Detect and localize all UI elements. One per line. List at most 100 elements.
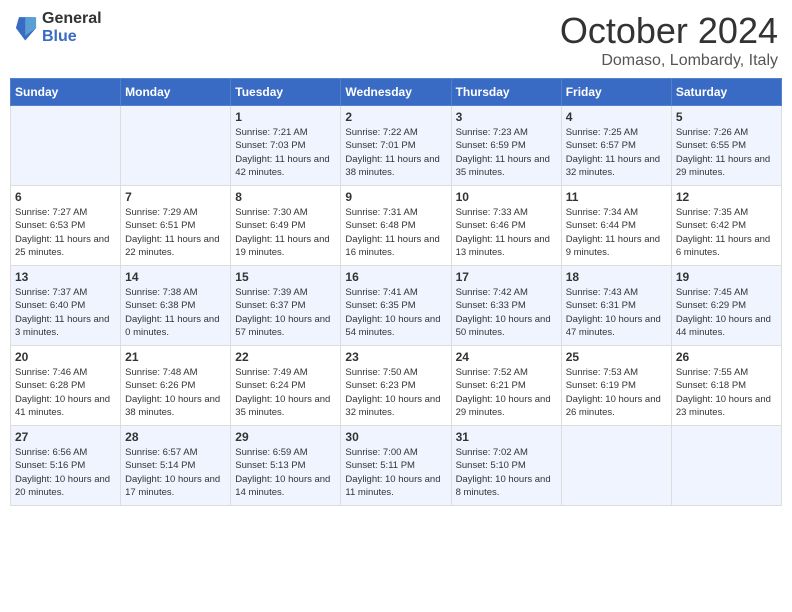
day-info: Sunrise: 7:34 AM Sunset: 6:44 PM Dayligh… (566, 206, 667, 259)
day-number: 5 (676, 110, 777, 124)
day-info: Sunrise: 7:00 AM Sunset: 5:11 PM Dayligh… (345, 446, 446, 499)
day-info: Sunrise: 7:37 AM Sunset: 6:40 PM Dayligh… (15, 286, 116, 339)
day-number: 6 (15, 190, 116, 204)
calendar-cell: 15 Sunrise: 7:39 AM Sunset: 6:37 PM Dayli… (231, 266, 341, 346)
day-number: 13 (15, 270, 116, 284)
calendar-cell: 23 Sunrise: 7:50 AM Sunset: 6:23 PM Dayli… (341, 346, 451, 426)
calendar-cell: 16 Sunrise: 7:41 AM Sunset: 6:35 PM Dayli… (341, 266, 451, 346)
calendar-table: SundayMondayTuesdayWednesdayThursdayFrid… (10, 78, 782, 506)
calendar-cell: 30 Sunrise: 7:00 AM Sunset: 5:11 PM Dayli… (341, 426, 451, 506)
day-info: Sunrise: 7:39 AM Sunset: 6:37 PM Dayligh… (235, 286, 336, 339)
weekday-header-saturday: Saturday (671, 79, 781, 106)
weekday-header-monday: Monday (121, 79, 231, 106)
calendar-cell: 3 Sunrise: 7:23 AM Sunset: 6:59 PM Daylig… (451, 106, 561, 186)
day-number: 3 (456, 110, 557, 124)
calendar-cell: 7Sunrise: 7:29 AM Sunset: 6:51 PM Daylig… (121, 186, 231, 266)
day-info: Sunrise: 6:59 AM Sunset: 5:13 PM Dayligh… (235, 446, 336, 499)
day-number: 8 (235, 190, 336, 204)
calendar-cell: 1Sunrise: 7:21 AM Sunset: 7:03 PM Daylig… (231, 106, 341, 186)
day-number: 30 (345, 430, 446, 444)
day-number: 12 (676, 190, 777, 204)
weekday-header-tuesday: Tuesday (231, 79, 341, 106)
calendar-cell: 8 Sunrise: 7:30 AM Sunset: 6:49 PM Daylig… (231, 186, 341, 266)
calendar-cell: 2 Sunrise: 7:22 AM Sunset: 7:01 PM Daylig… (341, 106, 451, 186)
calendar-cell: 24Sunrise: 7:52 AM Sunset: 6:21 PM Dayli… (451, 346, 561, 426)
day-number: 26 (676, 350, 777, 364)
day-info: Sunrise: 7:27 AM Sunset: 6:53 PM Dayligh… (15, 206, 116, 259)
day-info: Sunrise: 7:33 AM Sunset: 6:46 PM Dayligh… (456, 206, 557, 259)
day-number: 2 (345, 110, 446, 124)
day-number: 21 (125, 350, 226, 364)
day-info: Sunrise: 7:38 AM Sunset: 6:38 PM Dayligh… (125, 286, 226, 339)
calendar-cell: 20 Sunrise: 7:46 AM Sunset: 6:28 PM Dayli… (11, 346, 121, 426)
calendar-cell: 4 Sunrise: 7:25 AM Sunset: 6:57 PM Daylig… (561, 106, 671, 186)
calendar-cell: 10 Sunrise: 7:33 AM Sunset: 6:46 PM Dayli… (451, 186, 561, 266)
day-number: 28 (125, 430, 226, 444)
day-info: Sunrise: 7:22 AM Sunset: 7:01 PM Dayligh… (345, 126, 446, 179)
day-info: Sunrise: 7:41 AM Sunset: 6:35 PM Dayligh… (345, 286, 446, 339)
calendar-cell: 6 Sunrise: 7:27 AM Sunset: 6:53 PM Daylig… (11, 186, 121, 266)
day-info: Sunrise: 7:25 AM Sunset: 6:57 PM Dayligh… (566, 126, 667, 179)
week-row-5: 27 Sunrise: 6:56 AM Sunset: 5:16 PM Dayli… (11, 426, 782, 506)
calendar-cell (561, 426, 671, 506)
calendar-cell: 25 Sunrise: 7:53 AM Sunset: 6:19 PM Dayli… (561, 346, 671, 426)
day-info: Sunrise: 7:31 AM Sunset: 6:48 PM Dayligh… (345, 206, 446, 259)
weekday-header-sunday: Sunday (11, 79, 121, 106)
day-info: Sunrise: 7:43 AM Sunset: 6:31 PM Dayligh… (566, 286, 667, 339)
calendar-cell (11, 106, 121, 186)
weekday-header-friday: Friday (561, 79, 671, 106)
calendar-cell: 12 Sunrise: 7:35 AM Sunset: 6:42 PM Dayli… (671, 186, 781, 266)
week-row-3: 13 Sunrise: 7:37 AM Sunset: 6:40 PM Dayli… (11, 266, 782, 346)
day-info: Sunrise: 7:30 AM Sunset: 6:49 PM Dayligh… (235, 206, 336, 259)
logo-general: General (42, 10, 102, 28)
week-row-2: 6 Sunrise: 7:27 AM Sunset: 6:53 PM Daylig… (11, 186, 782, 266)
day-info: Sunrise: 7:48 AM Sunset: 6:26 PM Dayligh… (125, 366, 226, 419)
day-info: Sunrise: 6:56 AM Sunset: 5:16 PM Dayligh… (15, 446, 116, 499)
weekday-header-wednesday: Wednesday (341, 79, 451, 106)
page-header: General Blue October 2024 Domaso, Lombar… (10, 10, 782, 70)
calendar-cell: 11Sunrise: 7:34 AM Sunset: 6:44 PM Dayli… (561, 186, 671, 266)
calendar-cell: 21 Sunrise: 7:48 AM Sunset: 6:26 PM Dayli… (121, 346, 231, 426)
day-info: Sunrise: 7:49 AM Sunset: 6:24 PM Dayligh… (235, 366, 336, 419)
month-title: October 2024 (560, 10, 778, 52)
day-number: 15 (235, 270, 336, 284)
day-number: 25 (566, 350, 667, 364)
logo: General Blue (14, 10, 102, 45)
day-info: Sunrise: 7:35 AM Sunset: 6:42 PM Dayligh… (676, 206, 777, 259)
calendar-cell: 18 Sunrise: 7:43 AM Sunset: 6:31 PM Dayli… (561, 266, 671, 346)
calendar-cell: 5 Sunrise: 7:26 AM Sunset: 6:55 PM Daylig… (671, 106, 781, 186)
day-info: Sunrise: 7:50 AM Sunset: 6:23 PM Dayligh… (345, 366, 446, 419)
day-number: 20 (15, 350, 116, 364)
calendar-cell: 17Sunrise: 7:42 AM Sunset: 6:33 PM Dayli… (451, 266, 561, 346)
day-number: 22 (235, 350, 336, 364)
day-info: Sunrise: 7:46 AM Sunset: 6:28 PM Dayligh… (15, 366, 116, 419)
calendar-cell: 28Sunrise: 6:57 AM Sunset: 5:14 PM Dayli… (121, 426, 231, 506)
logo-blue: Blue (42, 28, 102, 46)
calendar-cell: 9Sunrise: 7:31 AM Sunset: 6:48 PM Daylig… (341, 186, 451, 266)
day-info: Sunrise: 7:55 AM Sunset: 6:18 PM Dayligh… (676, 366, 777, 419)
day-info: Sunrise: 7:23 AM Sunset: 6:59 PM Dayligh… (456, 126, 557, 179)
calendar-cell: 26 Sunrise: 7:55 AM Sunset: 6:18 PM Dayli… (671, 346, 781, 426)
title-block: October 2024 Domaso, Lombardy, Italy (560, 10, 778, 70)
calendar-cell: 31Sunrise: 7:02 AM Sunset: 5:10 PM Dayli… (451, 426, 561, 506)
calendar-cell (671, 426, 781, 506)
calendar-cell: 22 Sunrise: 7:49 AM Sunset: 6:24 PM Dayli… (231, 346, 341, 426)
calendar-cell: 13 Sunrise: 7:37 AM Sunset: 6:40 PM Dayli… (11, 266, 121, 346)
day-number: 23 (345, 350, 446, 364)
day-number: 18 (566, 270, 667, 284)
day-info: Sunrise: 7:02 AM Sunset: 5:10 PM Dayligh… (456, 446, 557, 499)
logo-icon (14, 14, 38, 42)
day-info: Sunrise: 7:53 AM Sunset: 6:19 PM Dayligh… (566, 366, 667, 419)
logo-text: General Blue (42, 10, 102, 45)
day-number: 27 (15, 430, 116, 444)
calendar-cell: 29 Sunrise: 6:59 AM Sunset: 5:13 PM Dayli… (231, 426, 341, 506)
day-number: 29 (235, 430, 336, 444)
day-info: Sunrise: 7:26 AM Sunset: 6:55 PM Dayligh… (676, 126, 777, 179)
day-info: Sunrise: 7:21 AM Sunset: 7:03 PM Dayligh… (235, 126, 336, 179)
day-number: 16 (345, 270, 446, 284)
day-number: 7 (125, 190, 226, 204)
day-number: 10 (456, 190, 557, 204)
day-number: 4 (566, 110, 667, 124)
day-number: 14 (125, 270, 226, 284)
day-number: 24 (456, 350, 557, 364)
